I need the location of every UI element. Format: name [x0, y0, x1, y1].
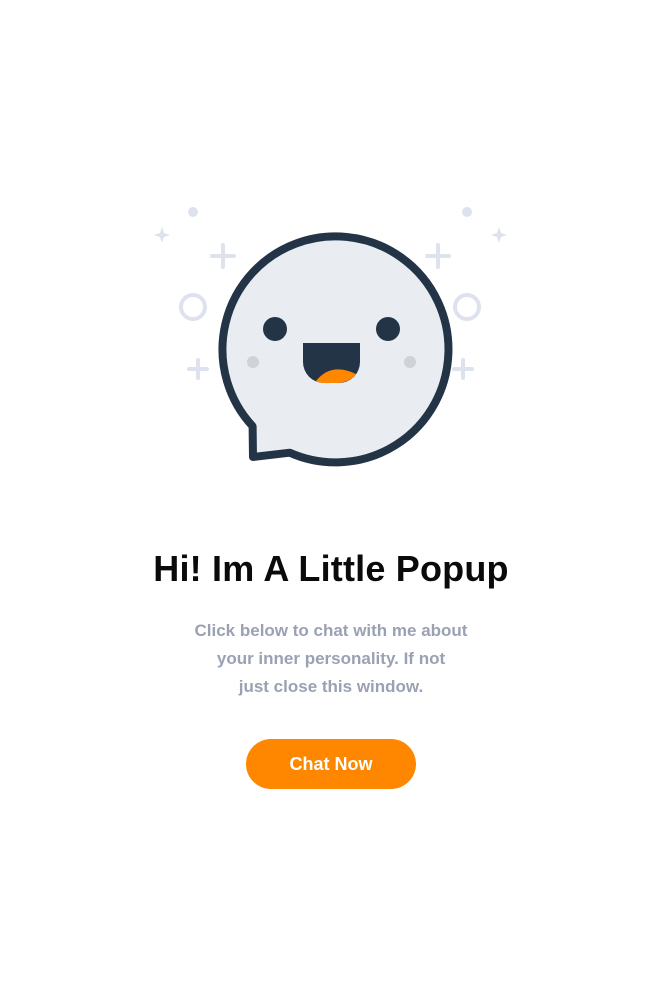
smiling-speech-bubble-icon	[218, 232, 453, 467]
popup-dialog: Hi! Im A Little Popup Click below to cha…	[0, 0, 662, 998]
sparkle-icon	[491, 227, 507, 243]
plus-icon	[210, 243, 236, 269]
ring-icon	[453, 293, 481, 321]
plus-icon	[425, 243, 451, 269]
description-line: your inner personality. If not	[216, 649, 446, 668]
popup-title: Hi! Im A Little Popup	[153, 548, 509, 589]
dot-icon	[462, 207, 472, 217]
right-eye	[376, 317, 400, 341]
ring-icon	[179, 293, 207, 321]
plus-icon	[187, 358, 209, 380]
mascot-illustration	[154, 207, 507, 467]
dot-icon	[188, 207, 198, 217]
popup-description: Click below to chat with me about your i…	[171, 617, 491, 701]
chat-now-button[interactable]: Chat Now	[246, 739, 416, 789]
plus-icon	[452, 358, 474, 380]
description-line: Click below to chat with me about	[194, 621, 468, 640]
left-cheek	[247, 356, 259, 368]
description-line: just close this window.	[238, 677, 424, 696]
sparkle-icon	[154, 227, 170, 243]
left-eye	[263, 317, 287, 341]
right-cheek	[404, 356, 416, 368]
